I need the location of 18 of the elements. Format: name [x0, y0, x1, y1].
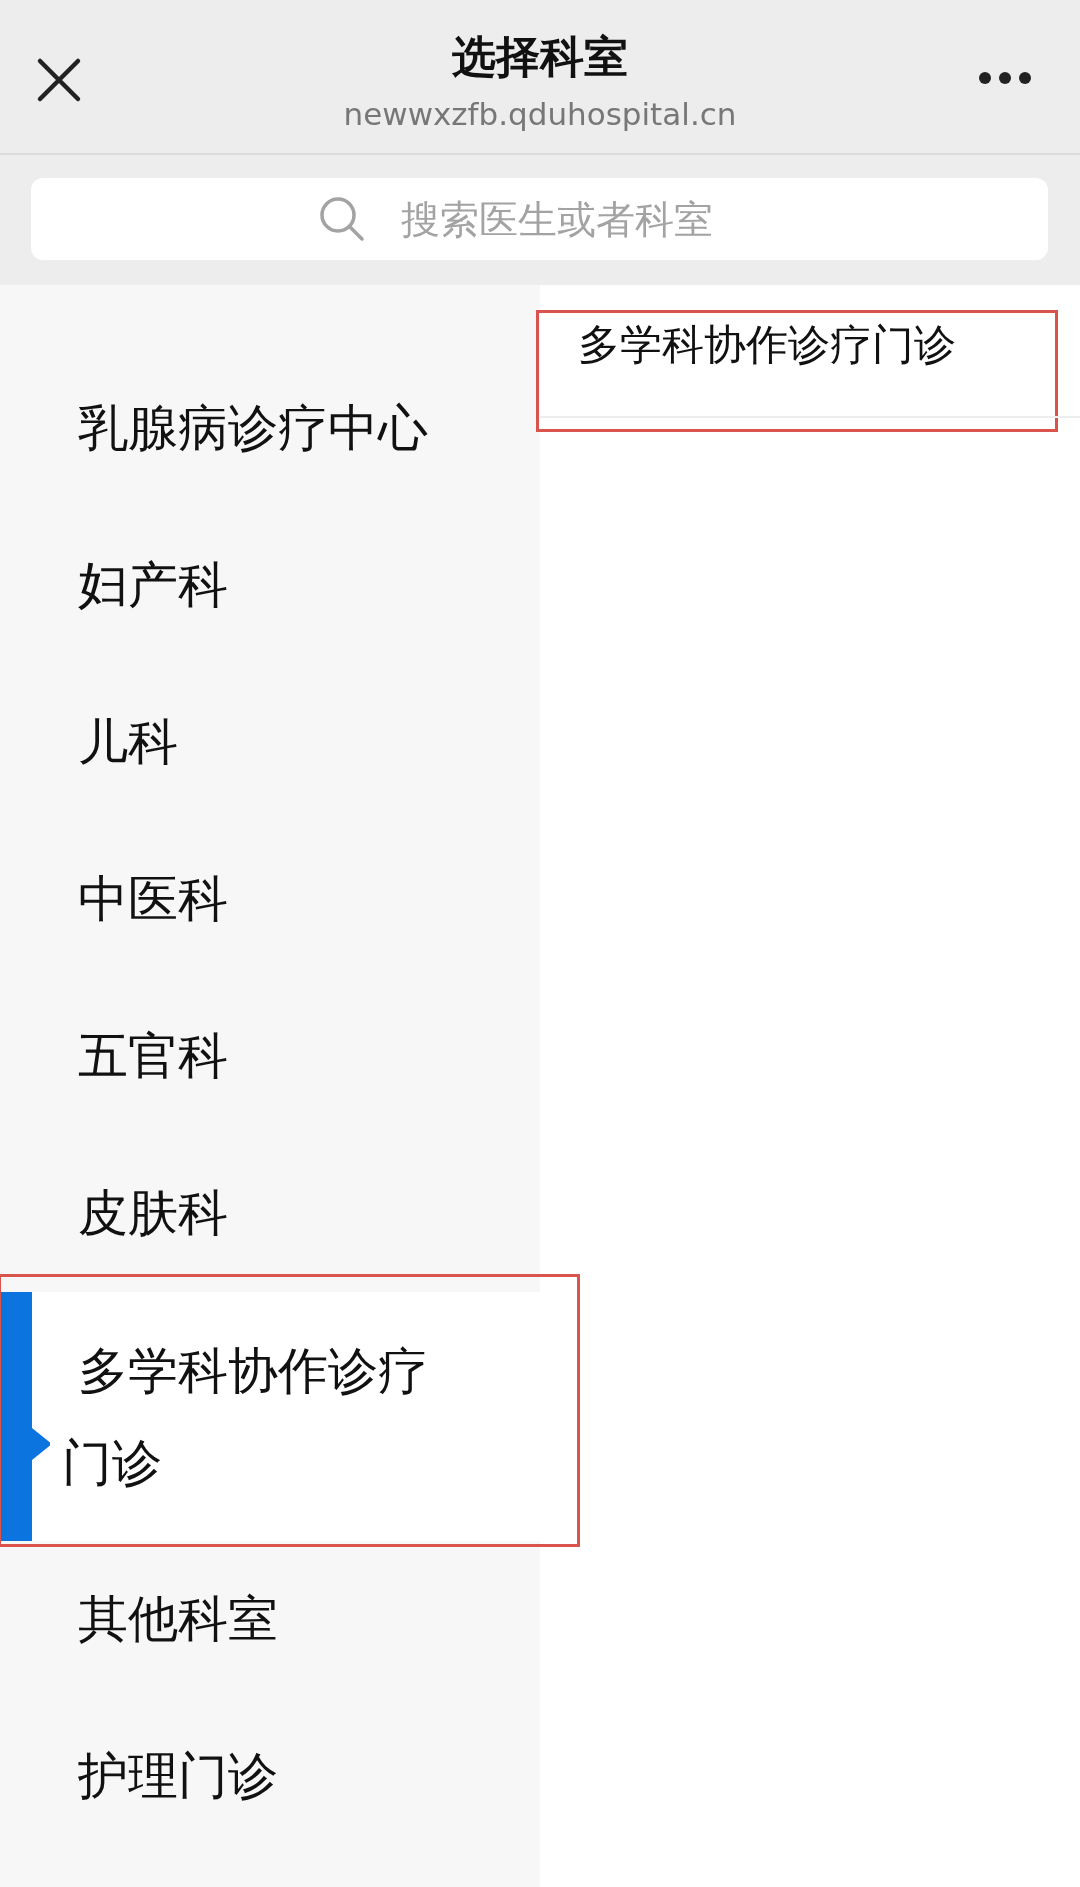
- close-button[interactable]: [36, 57, 82, 103]
- department-item[interactable]: 护理门诊: [0, 1698, 540, 1855]
- search-field[interactable]: 搜索医生或者科室: [31, 178, 1048, 260]
- department-item[interactable]: 儿科: [0, 664, 540, 821]
- department-item[interactable]: 妇产科: [0, 507, 540, 664]
- department-item[interactable]: 乳腺病诊疗中心: [0, 350, 540, 507]
- close-icon: [36, 57, 82, 103]
- department-item[interactable]: 五官科: [0, 978, 540, 1135]
- search-icon: [318, 195, 366, 243]
- department-item[interactable]: 其他科室: [0, 1541, 540, 1698]
- more-icon: [978, 70, 1032, 86]
- department-item[interactable]: 皮肤科: [0, 1135, 540, 1292]
- page-title: 选择科室: [452, 30, 628, 84]
- site-url: newwxzfb.qduhospital.cn: [343, 95, 737, 134]
- subdepartment-item[interactable]: 多学科协作诊疗门诊: [540, 285, 1080, 418]
- department-item[interactable]: 中医科: [0, 821, 540, 978]
- more-button[interactable]: [978, 70, 1032, 86]
- department-item[interactable]: 多学科协作诊疗门诊: [0, 1292, 540, 1541]
